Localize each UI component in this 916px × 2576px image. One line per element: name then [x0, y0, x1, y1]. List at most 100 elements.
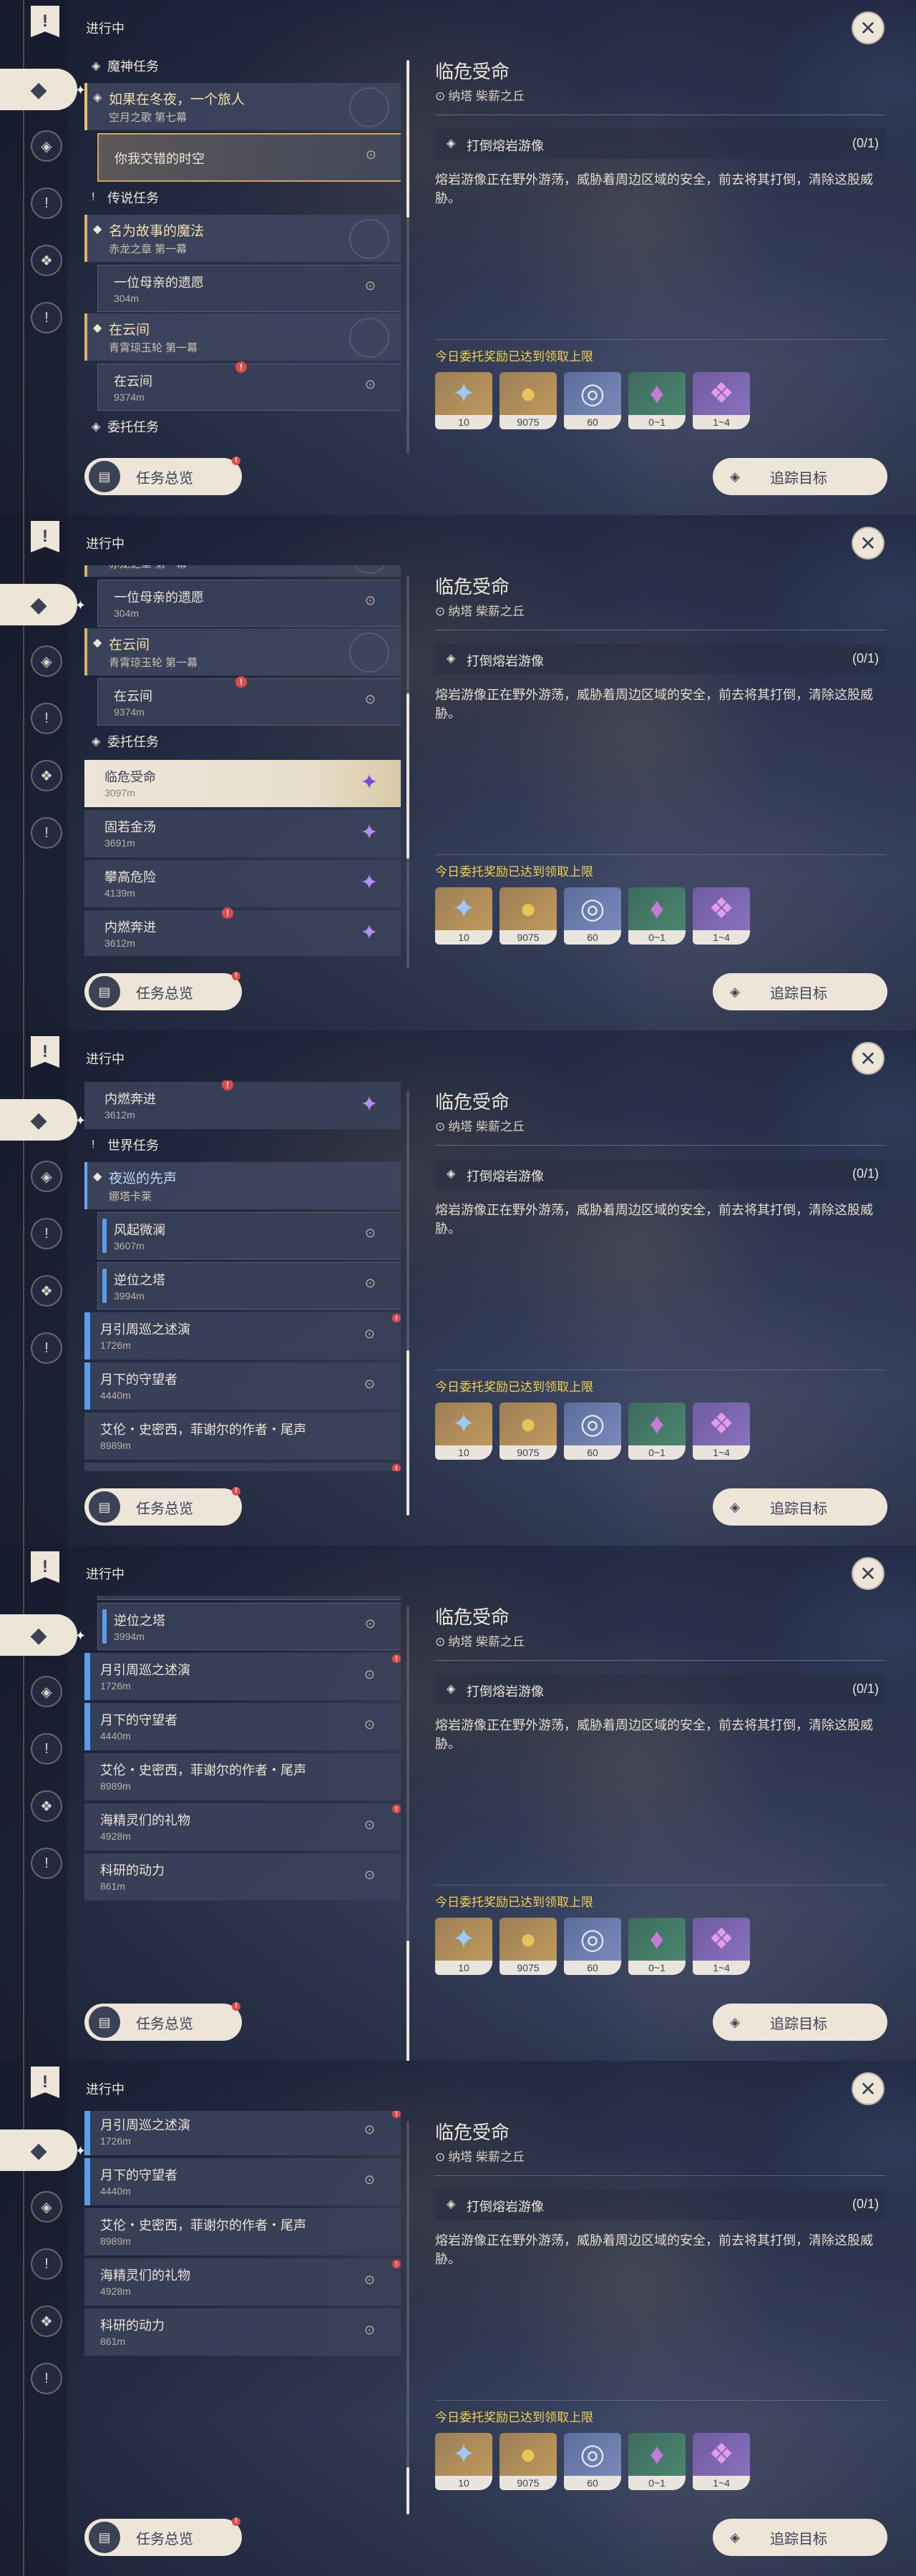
quest-book-icon[interactable]: !	[31, 6, 59, 37]
quest-card-winter[interactable]: ◈ 如果在冬夜，一个旅人 空月之歌 第七幕	[84, 83, 401, 130]
track-target-button[interactable]: ◈ 追踪目标	[713, 973, 887, 1010]
reward-adventure-exp[interactable]: ✦ 10	[435, 887, 492, 945]
track-target-button[interactable]: ◈ 追踪目标	[713, 458, 887, 495]
world-step-1[interactable]: 逆位之塔 3994m ⊙	[97, 1262, 401, 1309]
all-quests-tab[interactable]: ◆ ✦	[0, 1614, 86, 1656]
close-button[interactable]: ✕	[852, 11, 885, 44]
reward-adventure-exp[interactable]: ✦ 10	[435, 2433, 492, 2490]
story-tab-icon[interactable]: !	[31, 187, 62, 219]
list-scrollbar[interactable]	[406, 1091, 409, 1516]
world-quest-2[interactable]: 艾伦・史密西，菲谢尔的作者・尾声 8989m	[84, 1413, 401, 1460]
quest-card-cloud[interactable]: ◆ 在云间 青霄琼玉轮 第一幕	[84, 313, 401, 361]
reward-crystal-cluster[interactable]: ❖ 1~4	[693, 372, 750, 429]
all-quests-tab[interactable]: ◆ ✦	[0, 69, 86, 110]
quest-step-cloud[interactable]: 在云间 9374m ⊙ !	[97, 361, 401, 411]
close-button[interactable]: ✕	[852, 1042, 885, 1075]
quest-list[interactable]: ◈魔神任务 ◈ 如果在冬夜，一个旅人 空月之歌 第七幕 你我交错的时空 ⊙ !传…	[84, 2111, 401, 2502]
reward-crystal-cluster[interactable]: ❖ 1~4	[693, 1402, 750, 1460]
world-quest-1[interactable]: 月下的守望者 4440m ⊙	[84, 2158, 401, 2205]
commission-item-3[interactable]: 内燃奔进 3612m ✦ !	[84, 1080, 401, 1129]
story-tab-icon[interactable]: !	[31, 1733, 62, 1765]
quest-overview-button[interactable]: ▤ 任务总览 !	[84, 972, 242, 1010]
quest-card-cloud[interactable]: ◆ 在云间 青霄琼玉轮 第一幕	[84, 628, 401, 675]
scrollbar-thumb[interactable]	[406, 60, 409, 218]
quest-list[interactable]: ◈魔神任务 ◈ 如果在冬夜，一个旅人 空月之歌 第七幕 你我交错的时空 ⊙ !传…	[84, 1596, 401, 1986]
quest-overview-button[interactable]: ▤ 任务总览 !	[84, 1487, 242, 1526]
quest-list[interactable]: ◈魔神任务 ◈ 如果在冬夜，一个旅人 空月之歌 第七幕 你我交错的时空 ⊙ !传…	[84, 50, 401, 441]
archon-tab-icon[interactable]: ◈	[31, 2191, 62, 2223]
world-quest-4[interactable]: 科研的动力 861m ⊙	[84, 1853, 401, 1901]
all-quests-tab[interactable]: ◆ ✦	[0, 584, 86, 625]
world-quest-3[interactable]: 海精灵们的礼物 4928m ⊙ !	[84, 2258, 401, 2306]
world-quest-1[interactable]: 月下的守望者 4440m ⊙	[84, 1362, 401, 1410]
archon-tab-icon[interactable]: ◈	[31, 1161, 62, 1192]
world-tab-icon[interactable]: ❖	[31, 245, 62, 276]
reward-crystal-cluster[interactable]: ❖ 1~4	[693, 2433, 750, 2490]
list-scrollbar[interactable]	[406, 1606, 409, 2061]
quest-overview-button[interactable]: ▤ 任务总览 !	[84, 457, 242, 495]
quest-card-patrol[interactable]: ◆ 夜巡的先声 娜塔卡莱	[84, 1162, 401, 1209]
close-button[interactable]: ✕	[852, 2072, 885, 2105]
world-quest-2[interactable]: 艾伦・史密西，菲谢尔的作者・尾声 8989m	[84, 1753, 401, 1800]
story-tab-icon[interactable]: !	[31, 703, 62, 734]
reward-crystal[interactable]: ♦ 0~1	[628, 372, 686, 429]
reward-adventure-exp[interactable]: ✦ 10	[435, 1402, 492, 1460]
reward-adventure-exp[interactable]: ✦ 10	[435, 1918, 492, 1975]
reward-crystal[interactable]: ♦ 0~1	[628, 887, 686, 945]
world-quest-3[interactable]: 海精灵们的礼物 4928m ⊙ !	[84, 1803, 401, 1850]
track-target-button[interactable]: ◈ 追踪目标	[713, 2519, 887, 2556]
all-quests-tab[interactable]: ◆ ✦	[0, 1099, 86, 1141]
reward-companionship[interactable]: ◎ 60	[564, 2433, 621, 2490]
reward-companionship[interactable]: ◎ 60	[564, 372, 621, 429]
story-tab-icon[interactable]: !	[31, 2248, 62, 2280]
commission-item-1[interactable]: 固若金汤 3691m ✦	[84, 810, 401, 857]
quest-step-winter[interactable]: 你我交错的时空 ⊙	[97, 133, 401, 182]
legend-tab-icon[interactable]: !	[31, 1332, 62, 1364]
world-step-0[interactable]: 风起微澜 3607m ⊙	[97, 1596, 401, 1600]
world-step-1[interactable]: 逆位之塔 3994m ⊙	[97, 1603, 401, 1650]
reward-mora[interactable]: ● 9075	[500, 372, 557, 429]
reward-mora[interactable]: ● 9075	[500, 1402, 557, 1460]
list-scrollbar[interactable]	[406, 2121, 409, 2514]
commission-item-2[interactable]: 攀高危险 4139m ✦	[84, 860, 401, 907]
legend-tab-icon[interactable]: !	[31, 302, 62, 333]
quest-book-icon[interactable]: !	[31, 521, 59, 552]
reward-crystal-cluster[interactable]: ❖ 1~4	[693, 887, 750, 945]
archon-tab-icon[interactable]: ◈	[31, 1676, 62, 1707]
legend-tab-icon[interactable]: !	[31, 1848, 62, 1879]
world-tab-icon[interactable]: ❖	[31, 1275, 62, 1307]
close-button[interactable]: ✕	[852, 1557, 885, 1590]
track-target-button[interactable]: ◈ 追踪目标	[713, 2004, 887, 2041]
reward-crystal[interactable]: ♦ 0~1	[628, 2433, 686, 2490]
world-quest-1[interactable]: 月下的守望者 4440m ⊙	[84, 1703, 401, 1750]
all-quests-tab[interactable]: ◆ ✦	[0, 2129, 86, 2171]
reward-crystal-cluster[interactable]: ❖ 1~4	[693, 1918, 750, 1975]
world-tab-icon[interactable]: ❖	[31, 760, 62, 791]
reward-companionship[interactable]: ◎ 60	[564, 1918, 621, 1975]
legend-tab-icon[interactable]: !	[31, 817, 62, 849]
world-tab-icon[interactable]: ❖	[31, 2306, 62, 2337]
commission-item-0[interactable]: ▶ 临危受命 3097m ✦	[84, 760, 401, 807]
quest-overview-button[interactable]: ▤ 任务总览 !	[84, 2517, 242, 2556]
legend-tab-icon[interactable]: !	[31, 2363, 62, 2394]
quest-step-mother[interactable]: 一位母亲的遗愿 304m ⊙	[97, 265, 401, 312]
reward-companionship[interactable]: ◎ 60	[564, 887, 621, 945]
scrollbar-thumb[interactable]	[406, 1350, 409, 1516]
list-scrollbar[interactable]	[406, 575, 409, 969]
world-quest-0[interactable]: 月引周巡之述演 1726m ⊙ !	[84, 1653, 401, 1700]
quest-card-magic[interactable]: ◆ 名为故事的魔法 赤龙之章 第一幕	[84, 565, 401, 577]
reward-mora[interactable]: ● 9075	[500, 1918, 557, 1975]
world-quest-2[interactable]: 艾伦・史密西，菲谢尔的作者・尾声 8989m	[84, 2208, 401, 2255]
scrollbar-thumb[interactable]	[406, 2467, 409, 2514]
scrollbar-thumb[interactable]	[406, 1940, 409, 2061]
quest-book-icon[interactable]: !	[31, 1551, 59, 1583]
scrollbar-thumb[interactable]	[406, 693, 409, 859]
quest-overview-button[interactable]: ▤ 任务总览 !	[84, 2002, 242, 2041]
archon-tab-icon[interactable]: ◈	[31, 130, 62, 162]
world-quest-0[interactable]: 月引周巡之述演 1726m ⊙ !	[84, 2111, 401, 2155]
quest-step-mother[interactable]: 一位母亲的遗愿 304m ⊙	[97, 580, 401, 627]
reward-mora[interactable]: ● 9075	[500, 887, 557, 945]
quest-list[interactable]: ◈魔神任务 ◈ 如果在冬夜，一个旅人 空月之歌 第七幕 你我交错的时空 ⊙ !传…	[84, 1080, 401, 1471]
quest-list[interactable]: ◈魔神任务 ◈ 如果在冬夜，一个旅人 空月之歌 第七幕 你我交错的时空 ⊙ !传…	[84, 565, 401, 956]
reward-companionship[interactable]: ◎ 60	[564, 1402, 621, 1460]
